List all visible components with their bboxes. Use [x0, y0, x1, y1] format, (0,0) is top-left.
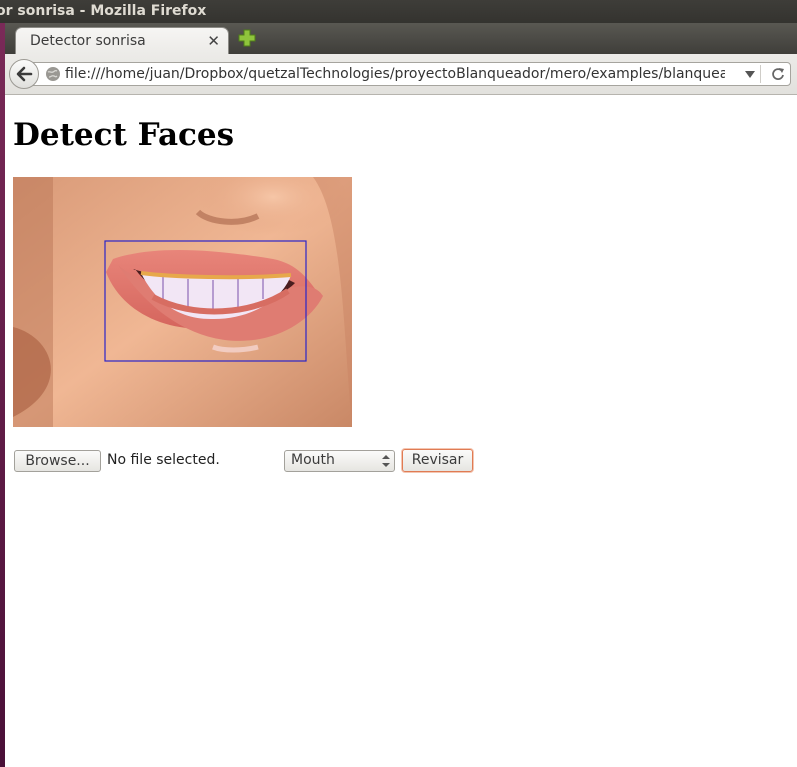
tab-title: Detector sonrisa — [30, 33, 146, 49]
globe-icon — [46, 67, 60, 81]
tab-strip: Detector sonrisa ✕ — [5, 23, 797, 54]
new-tab-plus-icon[interactable] — [237, 28, 257, 48]
reload-icon[interactable] — [771, 67, 785, 81]
tab-detector-sonrisa[interactable]: Detector sonrisa ✕ — [15, 27, 229, 54]
history-dropdown-icon[interactable] — [745, 71, 755, 78]
browse-button[interactable]: Browse... — [14, 450, 101, 472]
back-arrow-icon — [16, 66, 33, 82]
window-title: or sonrisa - Mozilla Firefox — [0, 3, 207, 19]
window-titlebar: or sonrisa - Mozilla Firefox — [0, 0, 797, 23]
url-separator — [760, 65, 761, 83]
url-bar[interactable]: file:///home/juan/Dropbox/quetzalTechnol… — [33, 62, 791, 86]
page-content: Detect Faces Browse... No file selected.… — [5, 95, 797, 767]
navigation-toolbar: file:///home/juan/Dropbox/quetzalTechnol… — [5, 54, 797, 95]
url-text[interactable]: file:///home/juan/Dropbox/quetzalTechnol… — [65, 66, 725, 82]
back-button[interactable] — [9, 59, 39, 89]
smile-photo — [13, 177, 352, 427]
close-icon[interactable]: ✕ — [207, 32, 220, 50]
page-title: Detect Faces — [13, 117, 235, 153]
select-value: Mouth — [291, 452, 335, 468]
file-status-text: No file selected. — [107, 452, 220, 468]
revisar-button[interactable]: Revisar — [402, 449, 473, 472]
select-arrows-icon — [382, 455, 390, 467]
detection-type-select[interactable]: Mouth — [284, 450, 395, 472]
